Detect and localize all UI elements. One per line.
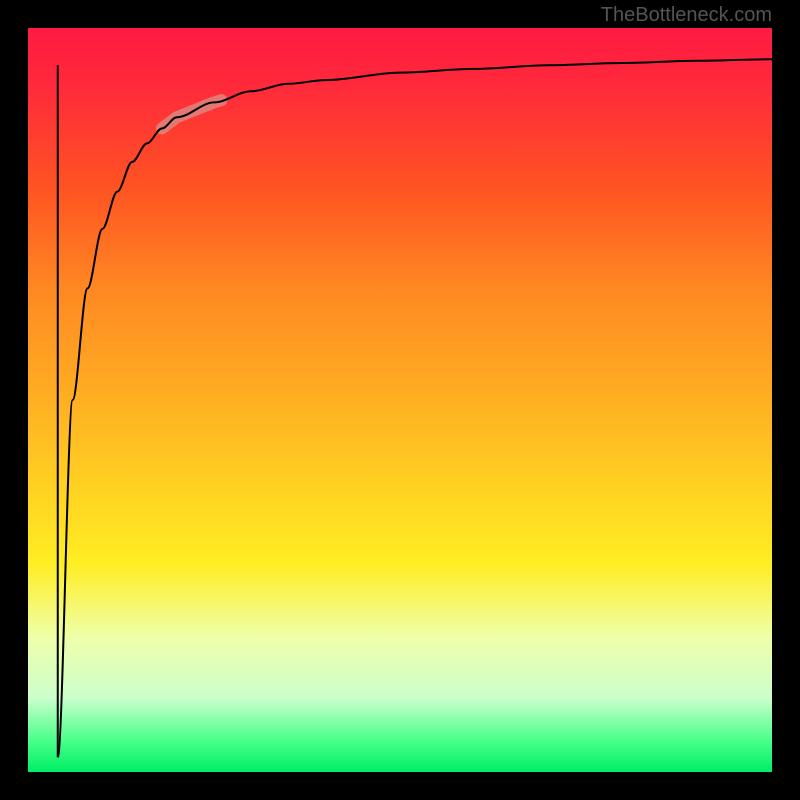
chart-plot-area <box>28 28 772 772</box>
rising-curve-line <box>58 59 772 757</box>
watermark-text: TheBottleneck.com <box>601 4 772 27</box>
chart-svg <box>28 28 772 772</box>
highlight-segment <box>162 100 222 128</box>
